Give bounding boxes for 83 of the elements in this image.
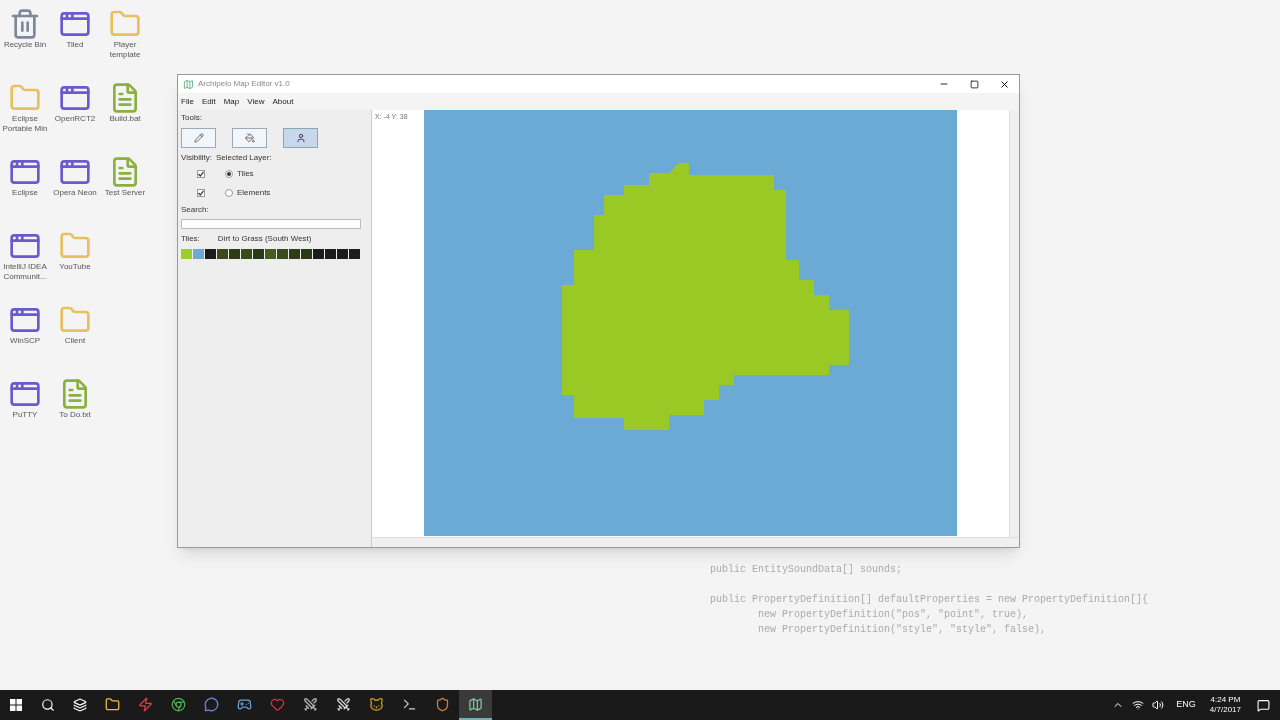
- close-icon: [998, 78, 1010, 90]
- code-line: public EntitySoundData[] sounds;: [710, 563, 904, 577]
- desktop-icon-label: PuTTY: [11, 410, 39, 420]
- flash-icon: [138, 696, 153, 712]
- menu-item[interactable]: File: [181, 95, 194, 108]
- code-line: new PropertyDefinition("pos", "point", true),: [757, 608, 1030, 622]
- desktop-icon-label: WinSCP: [8, 336, 42, 346]
- visibility-checkbox[interactable]: [197, 169, 205, 178]
- language-indicator[interactable]: ENG: [1176, 698, 1196, 712]
- tile-swatch[interactable]: [193, 249, 204, 259]
- bucket-icon: [244, 133, 255, 143]
- tile-swatch[interactable]: [337, 249, 348, 259]
- clock-date[interactable]: 4/7/2017: [1209, 705, 1241, 715]
- tile-swatch[interactable]: [205, 249, 216, 259]
- files-icon: [105, 696, 120, 712]
- selected-layer-label: Selected Layer:: [216, 152, 272, 164]
- layer-label: Elements: [237, 186, 271, 199]
- search-label: Search:: [181, 204, 210, 216]
- desktop-icon-label: Test Server: [103, 188, 147, 198]
- desktop-icon-label: IntelliJ IDEA Communit...: [2, 262, 48, 282]
- desktop-icon-label: YouTube: [58, 262, 92, 272]
- tile-swatch[interactable]: [241, 249, 252, 259]
- horizontal-scrollbar[interactable]: [372, 537, 1019, 547]
- task-view-icon: [73, 698, 87, 712]
- tool-button[interactable]: [181, 128, 216, 148]
- notifications-icon: [1257, 698, 1270, 712]
- desktop-icon-label: Eclipse Portable Min: [1, 114, 49, 134]
- layer-radio[interactable]: [225, 188, 233, 197]
- menu-item[interactable]: Map: [223, 95, 240, 108]
- tile-name: Dirt to Grass (South West): [217, 233, 312, 245]
- desktop-icon-label: OpenRCT2: [53, 114, 97, 124]
- taskbar-app[interactable]: [459, 690, 492, 720]
- layer-radio[interactable]: [225, 169, 233, 178]
- pencil-icon: [193, 133, 204, 143]
- tile-swatch[interactable]: [325, 249, 336, 259]
- tile-swatch[interactable]: [217, 249, 228, 259]
- menu-item[interactable]: View: [247, 95, 265, 108]
- app-icon: [183, 78, 194, 90]
- tile-swatch[interactable]: [265, 249, 276, 259]
- tools-label: Tools:: [181, 112, 203, 124]
- vertical-scrollbar[interactable]: [1009, 110, 1019, 537]
- tile-swatch[interactable]: [253, 249, 264, 259]
- window-title: Archipelo Map Editor v1.0: [198, 78, 291, 90]
- heart-icon: [270, 696, 285, 712]
- chat-icon: [204, 696, 219, 712]
- desktop-icon-label: Client: [63, 336, 87, 346]
- visibility-checkbox[interactable]: [197, 188, 205, 197]
- clock-time[interactable]: 4:24 PM: [1210, 695, 1241, 705]
- desktop-icon[interactable]: [9, 8, 41, 40]
- maximize-icon: [969, 79, 979, 89]
- volume-icon: [1152, 699, 1165, 711]
- tile-swatch[interactable]: [229, 249, 240, 259]
- tile-swatch[interactable]: [313, 249, 324, 259]
- tiles-label: Tiles:: [181, 233, 200, 245]
- desktop-icon-label: Tiled: [65, 40, 85, 50]
- tile-swatch[interactable]: [289, 249, 300, 259]
- windows-logo-icon: [10, 699, 22, 711]
- tool-button[interactable]: [232, 128, 267, 148]
- wifi-icon: [1132, 699, 1145, 711]
- terminal-icon: [402, 696, 417, 712]
- map-icon: [468, 696, 483, 712]
- desktop-icon-label: To Do.txt: [58, 410, 92, 420]
- desktop-icon-label: Build.bat: [108, 114, 142, 124]
- desktop-icon-label: Player template: [108, 40, 142, 60]
- figure-icon: [295, 133, 306, 143]
- search-field[interactable]: [181, 219, 361, 229]
- code-line: new PropertyDefinition("style", "style", false),: [757, 623, 1048, 637]
- checkmark-icon: [198, 170, 204, 177]
- desktop-icon-label: Eclipse: [11, 188, 39, 198]
- code-line: public PropertyDefinition[] defaultProperties = new PropertyDefinition[]{: [710, 593, 1149, 607]
- layer-label: Tiles: [237, 167, 254, 180]
- menu-item[interactable]: Edit: [201, 95, 216, 108]
- checkmark-icon: [198, 189, 204, 196]
- tile-swatch[interactable]: [181, 249, 192, 259]
- search-icon: [41, 698, 55, 712]
- desktop-icon-label: Opera Neon: [52, 188, 98, 198]
- desktop-icon-label: Recycle Bin: [2, 40, 48, 50]
- menu-item[interactable]: About: [272, 95, 294, 108]
- tile-swatch[interactable]: [301, 249, 312, 259]
- visibility-label: Visibility:: [181, 152, 212, 164]
- tile-swatch[interactable]: [277, 249, 288, 259]
- tile-swatch[interactable]: [349, 249, 360, 259]
- tool-button[interactable]: [283, 128, 318, 148]
